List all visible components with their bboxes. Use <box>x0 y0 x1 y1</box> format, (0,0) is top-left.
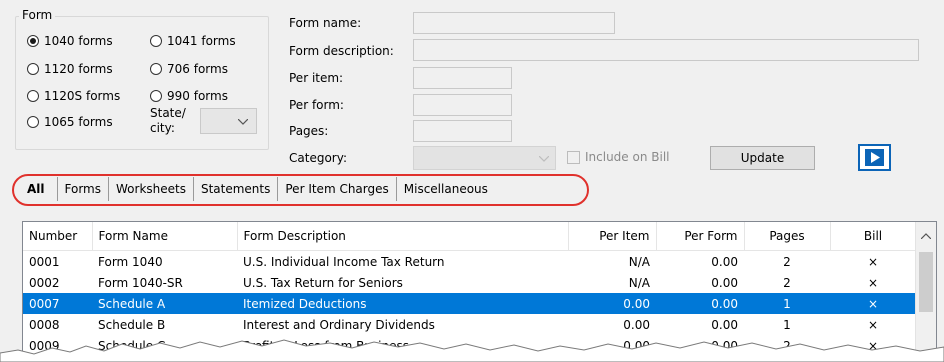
radio-label: 1065 forms <box>44 115 113 129</box>
cell-per-item: N/A <box>628 254 650 269</box>
per-form-field[interactable] <box>413 94 512 116</box>
cell-per-item: 0.00 <box>623 317 650 332</box>
radio-circle <box>150 63 162 75</box>
category-label: Category: <box>289 151 347 165</box>
form-group-title: Form <box>19 8 56 22</box>
form-name-field[interactable] <box>413 12 615 34</box>
category-dropdown[interactable] <box>413 146 556 170</box>
radio-label: 990 forms <box>167 89 228 103</box>
radio-circle <box>150 90 162 102</box>
radio-1120s-forms[interactable]: 1120S forms <box>27 89 120 103</box>
chevron-down-icon <box>238 119 248 125</box>
table-row[interactable]: 0008 Schedule B Interest and Ordinary Di… <box>23 314 916 335</box>
tab-statements[interactable]: Statements <box>194 177 279 201</box>
tab-all[interactable]: All <box>19 177 58 201</box>
cell-form-name: Form 1040 <box>98 254 163 269</box>
radio-706-forms[interactable]: 706 forms <box>150 62 228 76</box>
radio-circle <box>27 90 39 102</box>
update-button[interactable]: Update <box>710 146 815 170</box>
form-description-field[interactable] <box>413 39 919 61</box>
state-city-label-line2: city: <box>150 121 175 135</box>
radio-1040-forms[interactable]: 1040 forms <box>27 34 113 48</box>
column-header-form-name[interactable]: Form Name <box>92 222 238 251</box>
cell-bill: × <box>867 317 879 332</box>
tab-forms[interactable]: Forms <box>58 177 109 201</box>
column-header-form-description[interactable]: Form Description <box>237 222 569 251</box>
include-on-bill-label: Include on Bill <box>585 150 670 164</box>
scrollbar-thumb[interactable] <box>919 252 933 312</box>
radio-1041-forms[interactable]: 1041 forms <box>150 34 236 48</box>
cell-form-description: U.S. Tax Return for Seniors <box>243 275 403 290</box>
tab-miscellaneous[interactable]: Miscellaneous <box>397 177 495 201</box>
column-header-pages[interactable]: Pages <box>744 222 831 251</box>
column-header-per-form[interactable]: Per Form <box>656 222 745 251</box>
per-item-field[interactable] <box>413 67 512 89</box>
radio-label: 706 forms <box>167 62 228 76</box>
cell-pages: 2 <box>783 254 791 269</box>
cell-per-form: 0.00 <box>656 293 744 314</box>
radio-1120-forms[interactable]: 1120 forms <box>27 62 113 76</box>
cell-per-item: 0.00 <box>568 293 656 314</box>
table-header-row: Number Form Name Form Description Per It… <box>23 222 917 251</box>
cell-form-name: Form 1040-SR <box>98 275 183 290</box>
torn-edge-decoration <box>0 339 944 362</box>
include-on-bill-checkbox[interactable] <box>567 151 580 164</box>
form-description-label: Form description: <box>289 44 394 58</box>
cell-bill: × <box>867 275 879 290</box>
cell-per-item: N/A <box>628 275 650 290</box>
radio-label: 1120S forms <box>44 89 121 103</box>
cell-per-form: 0.00 <box>711 254 738 269</box>
cell-form-name: Schedule B <box>98 317 166 332</box>
cell-number: 0007 <box>23 293 92 314</box>
column-header-number[interactable]: Number <box>23 222 93 251</box>
cell-number: 0008 <box>29 317 60 332</box>
column-header-per-item[interactable]: Per Item <box>568 222 657 251</box>
state-city-label-line1: State/ <box>150 106 186 120</box>
radio-circle <box>150 35 162 47</box>
radio-circle <box>27 116 39 128</box>
cell-per-form: 0.00 <box>711 275 738 290</box>
cell-per-form: 0.00 <box>711 317 738 332</box>
tab-worksheets[interactable]: Worksheets <box>109 177 194 201</box>
radio-1065-forms[interactable]: 1065 forms <box>27 115 113 129</box>
per-form-label: Per form: <box>289 98 344 112</box>
table-row[interactable]: 0001 Form 1040 U.S. Individual Income Ta… <box>23 251 916 273</box>
play-icon <box>865 149 884 166</box>
tab-per-item-charges[interactable]: Per Item Charges <box>278 177 397 201</box>
chevron-up-icon[interactable] <box>921 233 931 239</box>
radio-label: 1120 forms <box>44 62 113 76</box>
cell-pages: 2 <box>783 275 791 290</box>
table-row-selected[interactable]: 0007 Schedule A Itemized Deductions 0.00… <box>23 293 916 314</box>
cell-number: 0002 <box>29 275 60 290</box>
cell-pages: 1 <box>744 293 830 314</box>
radio-label: 1040 forms <box>44 34 113 48</box>
form-setup-window: Form 1040 forms 1041 forms 1120 forms 70… <box>0 0 944 362</box>
cell-pages: 1 <box>783 317 791 332</box>
column-header-bill[interactable]: Bill <box>830 222 917 251</box>
play-button[interactable] <box>858 144 891 171</box>
form-name-label: Form name: <box>289 16 362 30</box>
pages-label: Pages: <box>289 124 329 138</box>
radio-990-forms[interactable]: 990 forms <box>150 89 228 103</box>
chevron-down-icon <box>539 156 549 162</box>
cell-form-name: Schedule A <box>92 293 237 314</box>
cell-number: 0001 <box>29 254 60 269</box>
per-item-label: Per item: <box>289 71 344 85</box>
tab-bar: All Forms Worksheets Statements Per Item… <box>19 177 495 201</box>
pages-field[interactable] <box>413 120 512 142</box>
state-city-dropdown[interactable] <box>200 108 257 134</box>
radio-circle <box>27 63 39 75</box>
radio-circle <box>27 35 39 47</box>
cell-form-description: U.S. Individual Income Tax Return <box>243 254 445 269</box>
cell-form-description: Itemized Deductions <box>237 293 568 314</box>
radio-label: 1041 forms <box>167 34 236 48</box>
cell-form-description: Interest and Ordinary Dividends <box>243 317 435 332</box>
cell-bill: × <box>830 293 916 314</box>
table-row[interactable]: 0002 Form 1040-SR U.S. Tax Return for Se… <box>23 272 916 293</box>
cell-bill: × <box>867 254 879 269</box>
